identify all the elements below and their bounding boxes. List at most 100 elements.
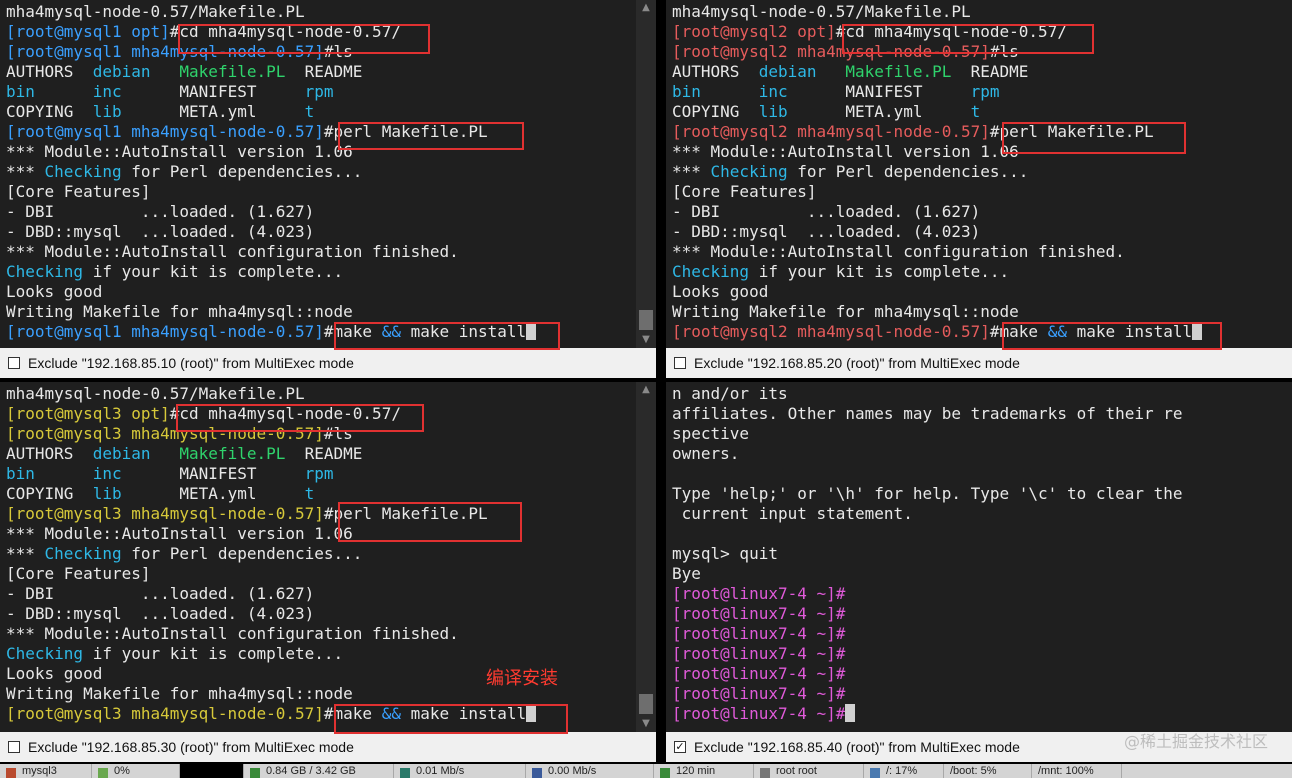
memory-icon xyxy=(250,768,260,778)
terminal-text: *** xyxy=(6,544,45,563)
terminal-text: *** Module::AutoInstall configuration fi… xyxy=(6,624,459,643)
scroll-up-icon[interactable]: ▲ xyxy=(636,0,656,16)
terminal-line: [root@linux7-4 ~]# xyxy=(672,624,1266,644)
terminal-line: [root@linux7-4 ~]# xyxy=(672,604,1266,624)
exclude-checkbox[interactable] xyxy=(8,357,20,369)
exclude-checkbox[interactable]: ✓ xyxy=(674,741,686,753)
terminal-text: - DBD::mysql ...loaded. (4.023) xyxy=(6,222,315,241)
terminal-output[interactable]: n and/or its affiliates. Other names may … xyxy=(666,382,1272,732)
terminal-line: COPYING lib META.yml t xyxy=(6,484,630,504)
terminal-line: mha4mysql-node-0.57/Makefile.PL xyxy=(6,384,630,404)
terminal-line: *** Module::AutoInstall version 1.06 xyxy=(6,142,630,162)
terminal-line: [root@linux7-4 ~]# xyxy=(672,684,1266,704)
scroll-down-icon[interactable]: ▼ xyxy=(636,716,656,732)
terminal-text: AUTHORS xyxy=(672,62,759,81)
terminal-text: Makefile.PL xyxy=(179,444,286,463)
terminal-text: debian xyxy=(758,62,817,81)
terminal-line: Writing Makefile for mha4mysql::node xyxy=(672,302,1266,322)
terminal-text: META.yml xyxy=(787,102,971,121)
multiexec-exclude-bar: Exclude "192.168.85.20 (root)" from Mult… xyxy=(666,348,1292,378)
terminal-text: owners. xyxy=(672,444,740,463)
terminal-line: *** Checking for Perl dependencies... xyxy=(6,162,630,182)
terminal-line: [root@linux7-4 ~]# xyxy=(672,644,1266,664)
scrollbar[interactable]: ▲ ▼ xyxy=(636,0,656,348)
scrollbar[interactable]: ▲ ▼ xyxy=(636,382,656,732)
user-icon xyxy=(760,768,770,778)
terminal-text: rpm xyxy=(970,82,1000,101)
exclude-label: Exclude "192.168.85.30 (root)" from Mult… xyxy=(28,739,354,755)
terminal-text: Checking xyxy=(44,162,122,181)
terminal-line: mha4mysql-node-0.57/Makefile.PL xyxy=(6,2,630,22)
terminal-text: for Perl dependencies... xyxy=(121,544,363,563)
terminal-text: Makefile.PL xyxy=(845,62,952,81)
terminal-text: bin xyxy=(6,464,35,483)
terminal-text: COPYING xyxy=(6,484,93,503)
terminal-line: Checking if your kit is complete... xyxy=(6,644,630,664)
taskbar-item: 120 min xyxy=(654,764,754,778)
terminal-text: debian xyxy=(92,62,151,81)
terminal-text: inc xyxy=(92,464,122,483)
taskbar-label: /mnt: 100% xyxy=(1038,765,1094,777)
terminal-cursor xyxy=(845,704,856,722)
exclude-checkbox[interactable] xyxy=(8,741,20,753)
terminal-line: Checking if your kit is complete... xyxy=(6,262,630,282)
terminal-text: MANIFEST xyxy=(121,464,305,483)
terminal-text: for Perl dependencies... xyxy=(121,162,363,181)
terminal-line: mysql> quit xyxy=(672,544,1266,564)
terminal-text: [Core Features] xyxy=(6,182,151,201)
scroll-down-icon[interactable]: ▼ xyxy=(636,332,656,348)
taskbar-label: /: 17% xyxy=(886,765,918,777)
scrollbar-thumb[interactable] xyxy=(639,310,653,330)
terminal-text: Looks good xyxy=(672,282,769,301)
terminal-text: Makefile.PL xyxy=(179,62,286,81)
terminal-text: README xyxy=(285,444,363,463)
terminal-line: Bye xyxy=(672,564,1266,584)
terminal-text: [root@linux7-4 ~]# xyxy=(672,704,846,723)
scrollbar-thumb[interactable] xyxy=(639,694,653,714)
terminal-text: COPYING xyxy=(672,102,759,121)
terminal-line: *** Module::AutoInstall version 1.06 xyxy=(6,524,630,544)
terminal-text: - DBI ...loaded. (1.627) xyxy=(6,202,315,221)
terminal-text: README xyxy=(285,62,363,81)
taskbar-item: /mnt: 100% xyxy=(1032,764,1122,778)
terminal-text: inc xyxy=(92,82,122,101)
terminal-line: AUTHORS debian Makefile.PL README xyxy=(672,62,1266,82)
terminal-text: [root@linux7-4 ~]# xyxy=(672,624,846,643)
terminal-text: Type 'help;' or '\h' for help. Type '\c'… xyxy=(672,484,1183,503)
taskbar-label: 0.84 GB / 3.42 GB xyxy=(266,765,356,777)
multiexec-exclude-bar: Exclude "192.168.85.10 (root)" from Mult… xyxy=(0,348,656,378)
taskbar-item: /boot: 5% xyxy=(944,764,1032,778)
terminal-line: [root@mysql1 mha4mysql-node-0.57]#perl M… xyxy=(6,122,630,142)
terminal-text: t xyxy=(304,102,315,121)
highlight-box xyxy=(178,24,430,54)
taskbar-label: 0.00 Mb/s xyxy=(548,765,597,777)
terminal-text: rpm xyxy=(304,464,334,483)
terminal-text: *** xyxy=(6,162,45,181)
terminal-text: - DBD::mysql ...loaded. (4.023) xyxy=(672,222,981,241)
terminal-text: bin xyxy=(672,82,701,101)
highlight-box xyxy=(1002,122,1186,154)
scroll-up-icon[interactable]: ▲ xyxy=(636,382,656,398)
terminal-line: [root@linux7-4 ~]# xyxy=(672,664,1266,684)
terminal-pane-linux7-4[interactable]: n and/or its affiliates. Other names may … xyxy=(666,382,1292,762)
taskbar-item: 0.00 Mb/s xyxy=(526,764,654,778)
exclude-checkbox[interactable] xyxy=(674,357,686,369)
terminal-text: [root@mysql1 mha4mysql-node-0.57] xyxy=(6,322,324,341)
terminal-text: [root@linux7-4 ~]# xyxy=(672,684,846,703)
terminal-text: *** Module::AutoInstall version 1.06 xyxy=(6,524,353,543)
terminal-text: - DBI ...loaded. (1.627) xyxy=(6,584,315,603)
terminal-line: [Core Features] xyxy=(672,182,1266,202)
taskbar-item: mysql3 xyxy=(0,764,92,778)
highlight-box xyxy=(334,704,568,734)
terminal-text: t xyxy=(970,102,981,121)
terminal-line: COPYING lib META.yml t xyxy=(6,102,630,122)
terminal-text: MANIFEST xyxy=(787,82,971,101)
terminal-text: Looks good xyxy=(6,282,103,301)
terminal-text: rpm xyxy=(304,82,334,101)
terminal-text: [root@mysql2 mha4mysql-node-0.57] xyxy=(672,322,990,341)
terminal-text: [root@mysql3 opt] xyxy=(6,404,170,423)
taskbar-item: /: 17% xyxy=(864,764,944,778)
terminal-text: *** Module::AutoInstall configuration fi… xyxy=(6,242,459,261)
